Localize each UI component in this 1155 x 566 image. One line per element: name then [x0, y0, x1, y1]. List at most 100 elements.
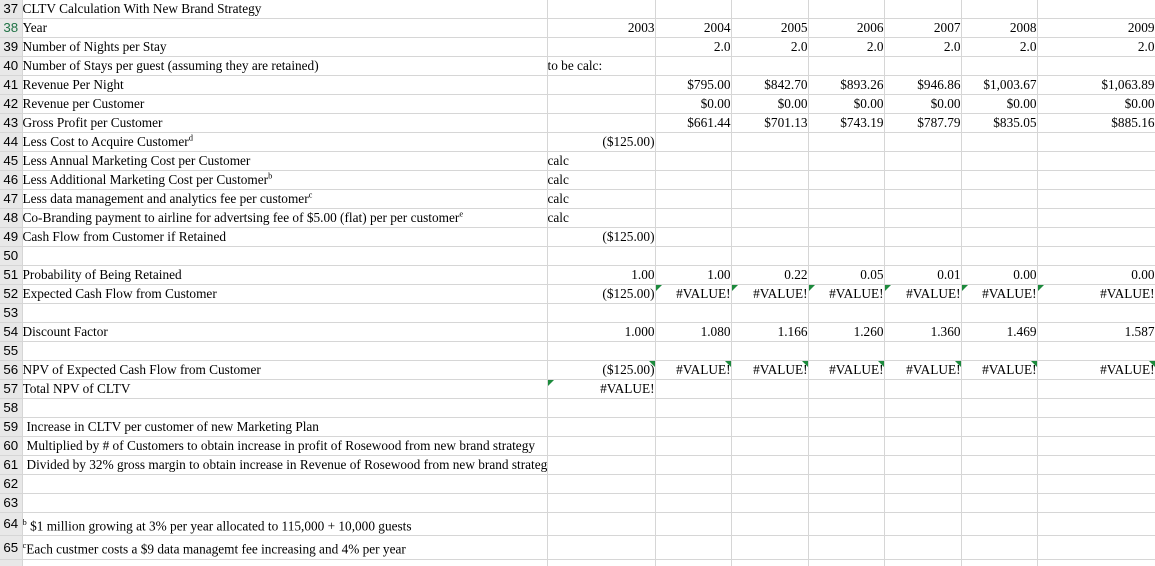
cell-51-2003[interactable]: 1.00 [547, 265, 656, 285]
row-header-58[interactable]: 58 [0, 398, 23, 418]
row-header-50[interactable]: 50 [0, 246, 23, 266]
cell-52-2008[interactable]: #VALUE! [961, 284, 1038, 304]
table-row[interactable]: 54 Discount Factor 1.000 1.080 1.166 1.2… [0, 322, 1155, 342]
cell-63-2007[interactable] [884, 493, 962, 513]
cell-58-2003[interactable] [547, 398, 656, 418]
row-header-41[interactable]: 41 [0, 75, 23, 95]
table-row[interactable]: 49 Cash Flow from Customer if Retained (… [0, 227, 1155, 247]
cell-39-2005[interactable]: 2.0 [731, 37, 809, 57]
cell-49-2003[interactable]: ($125.00) [547, 227, 656, 247]
cell-58-2005[interactable] [731, 398, 809, 418]
row-header-40[interactable]: 40 [0, 56, 23, 76]
row-header-38[interactable]: 38 [0, 18, 23, 38]
cell-43-2008[interactable]: $835.05 [961, 113, 1038, 133]
cell-54-2003[interactable]: 1.000 [547, 322, 656, 342]
cell-50-2006[interactable] [808, 246, 885, 266]
cell-53-2007[interactable] [884, 303, 962, 323]
cell-55-2003[interactable] [547, 341, 656, 361]
cell-50-2008[interactable] [961, 246, 1038, 266]
table-row[interactable]: 62 [0, 474, 1155, 494]
row-header-48[interactable]: 48 [0, 208, 23, 228]
cell-66-2009[interactable] [1037, 559, 1155, 566]
table-row[interactable]: 37 CLTV Calculation With New Brand Strat… [0, 0, 1155, 19]
cell-66-2008[interactable] [961, 559, 1038, 566]
table-row[interactable]: 60 Multiplied by # of Customers to obtai… [0, 436, 1155, 456]
cell-56-2005[interactable]: #VALUE! [731, 360, 809, 380]
cell-53-2009[interactable] [1037, 303, 1155, 323]
cell-40-2007[interactable] [884, 56, 962, 76]
cell-42-2003[interactable] [547, 94, 656, 114]
row-header-59[interactable]: 59 [0, 417, 23, 437]
cell-61-2004[interactable] [655, 455, 732, 475]
cell-37-2006[interactable] [808, 0, 885, 19]
column-header-2009[interactable]: 2009 [1037, 18, 1155, 38]
cell-39-2007[interactable]: 2.0 [884, 37, 962, 57]
cell-43-2007[interactable]: $787.79 [884, 113, 962, 133]
column-header-2005[interactable]: 2005 [731, 18, 809, 38]
cell-65-2008[interactable] [961, 535, 1038, 560]
cell-64-2004[interactable] [655, 512, 732, 537]
cell-55-2005[interactable] [731, 341, 809, 361]
cell-60-2009[interactable] [1037, 436, 1155, 456]
cell-61-2008[interactable] [961, 455, 1038, 475]
cell-46-2003[interactable]: calc [547, 170, 656, 190]
cell-57-2004[interactable] [655, 379, 732, 399]
row-header-61[interactable]: 61 [0, 455, 23, 475]
cell-56-2003[interactable]: ($125.00) [547, 360, 656, 380]
cell-40-2009[interactable] [1037, 56, 1155, 76]
worksheet-grid[interactable]: 37 CLTV Calculation With New Brand Strat… [0, 0, 1155, 566]
cell-50-2007[interactable] [884, 246, 962, 266]
table-row[interactable]: 65 cEach custmer costs a $9 data managem… [0, 535, 1155, 560]
table-row[interactable]: 46 Less Additional Marketing Cost per Cu… [0, 170, 1155, 190]
cell-62-2009[interactable] [1037, 474, 1155, 494]
cell-53-2006[interactable] [808, 303, 885, 323]
table-row[interactable]: 42 Revenue per Customer $0.00 $0.00 $0.0… [0, 94, 1155, 114]
cell-60-2005[interactable] [731, 436, 809, 456]
cell-46-2004[interactable] [655, 170, 732, 190]
cell-46-2005[interactable] [731, 170, 809, 190]
cell-39-2003[interactable] [547, 37, 656, 57]
cell-41-2005[interactable]: $842.70 [731, 75, 809, 95]
table-row[interactable]: 56 NPV of Expected Cash Flow from Custom… [0, 360, 1155, 380]
cell-53-2003[interactable] [547, 303, 656, 323]
cell-57-2008[interactable] [961, 379, 1038, 399]
cell-56-2006[interactable]: #VALUE! [808, 360, 885, 380]
cell-60-2008[interactable] [961, 436, 1038, 456]
cell-65-2009[interactable] [1037, 535, 1155, 560]
table-row[interactable]: 38 Year 2003 2004 2005 2006 2007 2008 20… [0, 18, 1155, 38]
cell-44-2004[interactable] [655, 132, 732, 152]
cell-50-2005[interactable] [731, 246, 809, 266]
cell-62-2003[interactable] [547, 474, 656, 494]
cell-55-2007[interactable] [884, 341, 962, 361]
table-row[interactable]: 48 Co-Branding payment to airline for ad… [0, 208, 1155, 228]
cell-57-2006[interactable] [808, 379, 885, 399]
cell-41-2004[interactable]: $795.00 [655, 75, 732, 95]
row-header-44[interactable]: 44 [0, 132, 23, 152]
row-header-56[interactable]: 56 [0, 360, 23, 380]
cell-39-2008[interactable]: 2.0 [961, 37, 1038, 57]
row-header-66[interactable]: 66 [0, 559, 23, 566]
cell-62-2008[interactable] [961, 474, 1038, 494]
cell-65-2003[interactable] [547, 535, 656, 560]
cell-59-2005[interactable] [731, 417, 809, 437]
cell-66-2005[interactable] [731, 559, 809, 566]
cell-58-2008[interactable] [961, 398, 1038, 418]
cell-63-2003[interactable] [547, 493, 656, 513]
cell-62-2006[interactable] [808, 474, 885, 494]
table-row[interactable]: 57 Total NPV of CLTV #VALUE! [0, 379, 1155, 399]
cell-44-2007[interactable] [884, 132, 962, 152]
spreadsheet-canvas[interactable]: 37 CLTV Calculation With New Brand Strat… [0, 0, 1155, 566]
cell-42-2009[interactable]: $0.00 [1037, 94, 1155, 114]
cell-62-2007[interactable] [884, 474, 962, 494]
cell-45-2009[interactable] [1037, 151, 1155, 171]
cell-53-2008[interactable] [961, 303, 1038, 323]
cell-41-2009[interactable]: $1,063.89 [1037, 75, 1155, 95]
cell-56-2009[interactable]: #VALUE! [1037, 360, 1155, 380]
cell-50-2004[interactable] [655, 246, 732, 266]
cell-66-2003[interactable] [547, 559, 656, 566]
table-row[interactable]: 41 Revenue Per Night $795.00 $842.70 $89… [0, 75, 1155, 95]
cell-59-2008[interactable] [961, 417, 1038, 437]
cell-64-2003[interactable] [547, 512, 656, 537]
row-header-51[interactable]: 51 [0, 265, 23, 285]
row-header-55[interactable]: 55 [0, 341, 23, 361]
